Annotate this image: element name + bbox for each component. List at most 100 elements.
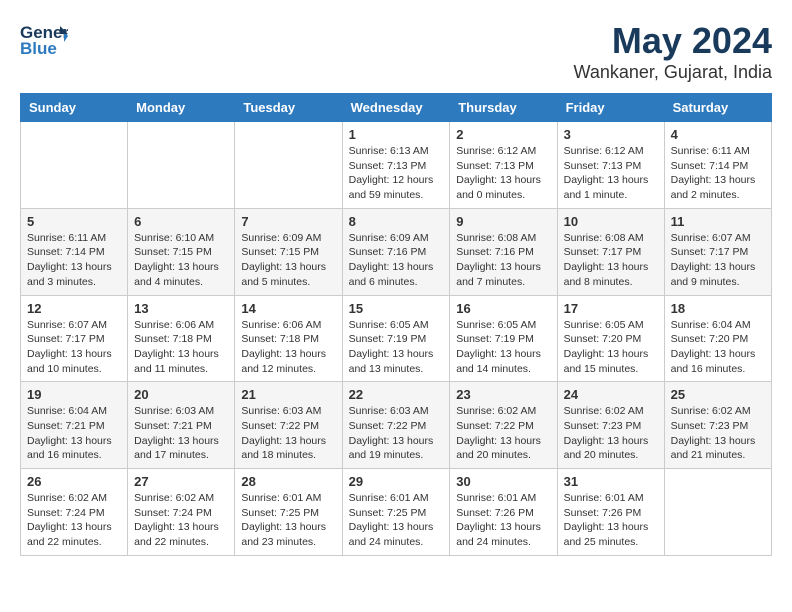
day-number: 11: [671, 214, 765, 229]
day-number: 5: [27, 214, 121, 229]
day-number: 30: [456, 474, 550, 489]
day-number: 19: [27, 387, 121, 402]
day-number: 31: [564, 474, 658, 489]
day-info: Sunrise: 6:10 AMSunset: 7:15 PMDaylight:…: [134, 231, 228, 290]
calendar-cell: 22Sunrise: 6:03 AMSunset: 7:22 PMDayligh…: [342, 382, 450, 469]
calendar-cell: 25 Sunrise: 6:02 AMSunset: 7:23 PMDayligh…: [664, 382, 771, 469]
title-block: May 2024 Wankaner, Gujarat, India: [574, 20, 772, 83]
day-info: Sunrise: 6:08 AMSunset: 7:17 PMDaylight:…: [564, 231, 658, 290]
day-info: Sunrise: 6:01 AMSunset: 7:25 PMDaylight:…: [241, 491, 335, 550]
day-number: 17: [564, 301, 658, 316]
calendar-cell: 23Sunrise: 6:02 AMSunset: 7:22 PMDayligh…: [450, 382, 557, 469]
calendar-cell: 18 Sunrise: 6:04 AMSunset: 7:20 PMDayligh…: [664, 295, 771, 382]
header-friday: Friday: [557, 94, 664, 122]
calendar-cell: 15 Sunrise: 6:05 AMSunset: 7:19 PMDayligh…: [342, 295, 450, 382]
calendar-cell: 10 Sunrise: 6:08 AMSunset: 7:17 PMDayligh…: [557, 208, 664, 295]
calendar-week-row: 12Sunrise: 6:07 AMSunset: 7:17 PMDayligh…: [21, 295, 772, 382]
day-number: 4: [671, 127, 765, 142]
day-info: Sunrise: 6:02 AMSunset: 7:24 PMDaylight:…: [134, 491, 228, 550]
day-info: Sunrise: 6:04 AMSunset: 7:20 PMDaylight:…: [671, 318, 765, 377]
calendar-cell: 7Sunrise: 6:09 AMSunset: 7:15 PMDaylight…: [235, 208, 342, 295]
calendar-week-row: 19 Sunrise: 6:04 AMSunset: 7:21 PMDayligh…: [21, 382, 772, 469]
calendar-cell: 12Sunrise: 6:07 AMSunset: 7:17 PMDayligh…: [21, 295, 128, 382]
day-number: 3: [564, 127, 658, 142]
day-info: Sunrise: 6:04 AMSunset: 7:21 PMDaylight:…: [27, 404, 121, 463]
calendar-cell: 31 Sunrise: 6:01 AMSunset: 7:26 PMDayligh…: [557, 469, 664, 556]
calendar-cell: [128, 122, 235, 209]
header-monday: Monday: [128, 94, 235, 122]
header-wednesday: Wednesday: [342, 94, 450, 122]
calendar-week-row: 5 Sunrise: 6:11 AMSunset: 7:14 PMDaylight…: [21, 208, 772, 295]
day-number: 8: [349, 214, 444, 229]
logo: General Blue: [20, 20, 68, 58]
day-info: Sunrise: 6:03 AMSunset: 7:21 PMDaylight:…: [134, 404, 228, 463]
calendar-week-row: 1 Sunrise: 6:13 AMSunset: 7:13 PMDaylight…: [21, 122, 772, 209]
day-info: Sunrise: 6:09 AMSunset: 7:16 PMDaylight:…: [349, 231, 444, 290]
header-saturday: Saturday: [664, 94, 771, 122]
calendar-cell: [21, 122, 128, 209]
page-header: General Blue May 2024 Wankaner, Gujarat,…: [20, 20, 772, 83]
day-number: 29: [349, 474, 444, 489]
day-number: 18: [671, 301, 765, 316]
calendar-cell: 27 Sunrise: 6:02 AMSunset: 7:24 PMDayligh…: [128, 469, 235, 556]
calendar-cell: 14 Sunrise: 6:06 AMSunset: 7:18 PMDayligh…: [235, 295, 342, 382]
day-number: 23: [456, 387, 550, 402]
calendar-cell: 28 Sunrise: 6:01 AMSunset: 7:25 PMDayligh…: [235, 469, 342, 556]
day-info: Sunrise: 6:02 AMSunset: 7:23 PMDaylight:…: [671, 404, 765, 463]
day-info: Sunrise: 6:12 AMSunset: 7:13 PMDaylight:…: [456, 144, 550, 203]
calendar-cell: 29 Sunrise: 6:01 AMSunset: 7:25 PMDayligh…: [342, 469, 450, 556]
day-info: Sunrise: 6:11 AMSunset: 7:14 PMDaylight:…: [671, 144, 765, 203]
day-number: 28: [241, 474, 335, 489]
day-number: 15: [349, 301, 444, 316]
page-subtitle: Wankaner, Gujarat, India: [574, 62, 772, 83]
day-number: 6: [134, 214, 228, 229]
calendar-cell: 5 Sunrise: 6:11 AMSunset: 7:14 PMDaylight…: [21, 208, 128, 295]
header-tuesday: Tuesday: [235, 94, 342, 122]
day-info: Sunrise: 6:03 AMSunset: 7:22 PMDaylight:…: [241, 404, 335, 463]
day-number: 10: [564, 214, 658, 229]
day-number: 1: [349, 127, 444, 142]
day-info: Sunrise: 6:05 AMSunset: 7:20 PMDaylight:…: [564, 318, 658, 377]
page-container: General Blue May 2024 Wankaner, Gujarat,…: [20, 20, 772, 556]
day-number: 14: [241, 301, 335, 316]
calendar-cell: 19 Sunrise: 6:04 AMSunset: 7:21 PMDayligh…: [21, 382, 128, 469]
day-info: Sunrise: 6:06 AMSunset: 7:18 PMDaylight:…: [241, 318, 335, 377]
day-info: Sunrise: 6:01 AMSunset: 7:26 PMDaylight:…: [564, 491, 658, 550]
day-info: Sunrise: 6:13 AMSunset: 7:13 PMDaylight:…: [349, 144, 444, 203]
day-number: 25: [671, 387, 765, 402]
day-info: Sunrise: 6:01 AMSunset: 7:25 PMDaylight:…: [349, 491, 444, 550]
logo-icon: General Blue: [20, 20, 68, 58]
day-info: Sunrise: 6:05 AMSunset: 7:19 PMDaylight:…: [349, 318, 444, 377]
day-info: Sunrise: 6:12 AMSunset: 7:13 PMDaylight:…: [564, 144, 658, 203]
calendar-cell: 20Sunrise: 6:03 AMSunset: 7:21 PMDayligh…: [128, 382, 235, 469]
calendar-cell: 11 Sunrise: 6:07 AMSunset: 7:17 PMDayligh…: [664, 208, 771, 295]
calendar-cell: 17 Sunrise: 6:05 AMSunset: 7:20 PMDayligh…: [557, 295, 664, 382]
calendar-cell: [664, 469, 771, 556]
day-info: Sunrise: 6:02 AMSunset: 7:23 PMDaylight:…: [564, 404, 658, 463]
calendar-week-row: 26Sunrise: 6:02 AMSunset: 7:24 PMDayligh…: [21, 469, 772, 556]
calendar-cell: 13Sunrise: 6:06 AMSunset: 7:18 PMDayligh…: [128, 295, 235, 382]
day-number: 21: [241, 387, 335, 402]
day-number: 2: [456, 127, 550, 142]
header-sunday: Sunday: [21, 94, 128, 122]
calendar-cell: 2 Sunrise: 6:12 AMSunset: 7:13 PMDaylight…: [450, 122, 557, 209]
day-info: Sunrise: 6:01 AMSunset: 7:26 PMDaylight:…: [456, 491, 550, 550]
day-number: 13: [134, 301, 228, 316]
calendar-cell: 3 Sunrise: 6:12 AMSunset: 7:13 PMDaylight…: [557, 122, 664, 209]
day-number: 22: [349, 387, 444, 402]
calendar-cell: 1 Sunrise: 6:13 AMSunset: 7:13 PMDaylight…: [342, 122, 450, 209]
calendar-cell: 9Sunrise: 6:08 AMSunset: 7:16 PMDaylight…: [450, 208, 557, 295]
calendar-cell: 24Sunrise: 6:02 AMSunset: 7:23 PMDayligh…: [557, 382, 664, 469]
calendar-cell: 26Sunrise: 6:02 AMSunset: 7:24 PMDayligh…: [21, 469, 128, 556]
day-info: Sunrise: 6:05 AMSunset: 7:19 PMDaylight:…: [456, 318, 550, 377]
header-thursday: Thursday: [450, 94, 557, 122]
day-info: Sunrise: 6:11 AMSunset: 7:14 PMDaylight:…: [27, 231, 121, 290]
calendar-cell: 16Sunrise: 6:05 AMSunset: 7:19 PMDayligh…: [450, 295, 557, 382]
calendar-cell: 4 Sunrise: 6:11 AMSunset: 7:14 PMDaylight…: [664, 122, 771, 209]
day-number: 27: [134, 474, 228, 489]
day-info: Sunrise: 6:07 AMSunset: 7:17 PMDaylight:…: [671, 231, 765, 290]
day-number: 9: [456, 214, 550, 229]
calendar-header-row: Sunday Monday Tuesday Wednesday Thursday…: [21, 94, 772, 122]
calendar-cell: [235, 122, 342, 209]
day-info: Sunrise: 6:07 AMSunset: 7:17 PMDaylight:…: [27, 318, 121, 377]
